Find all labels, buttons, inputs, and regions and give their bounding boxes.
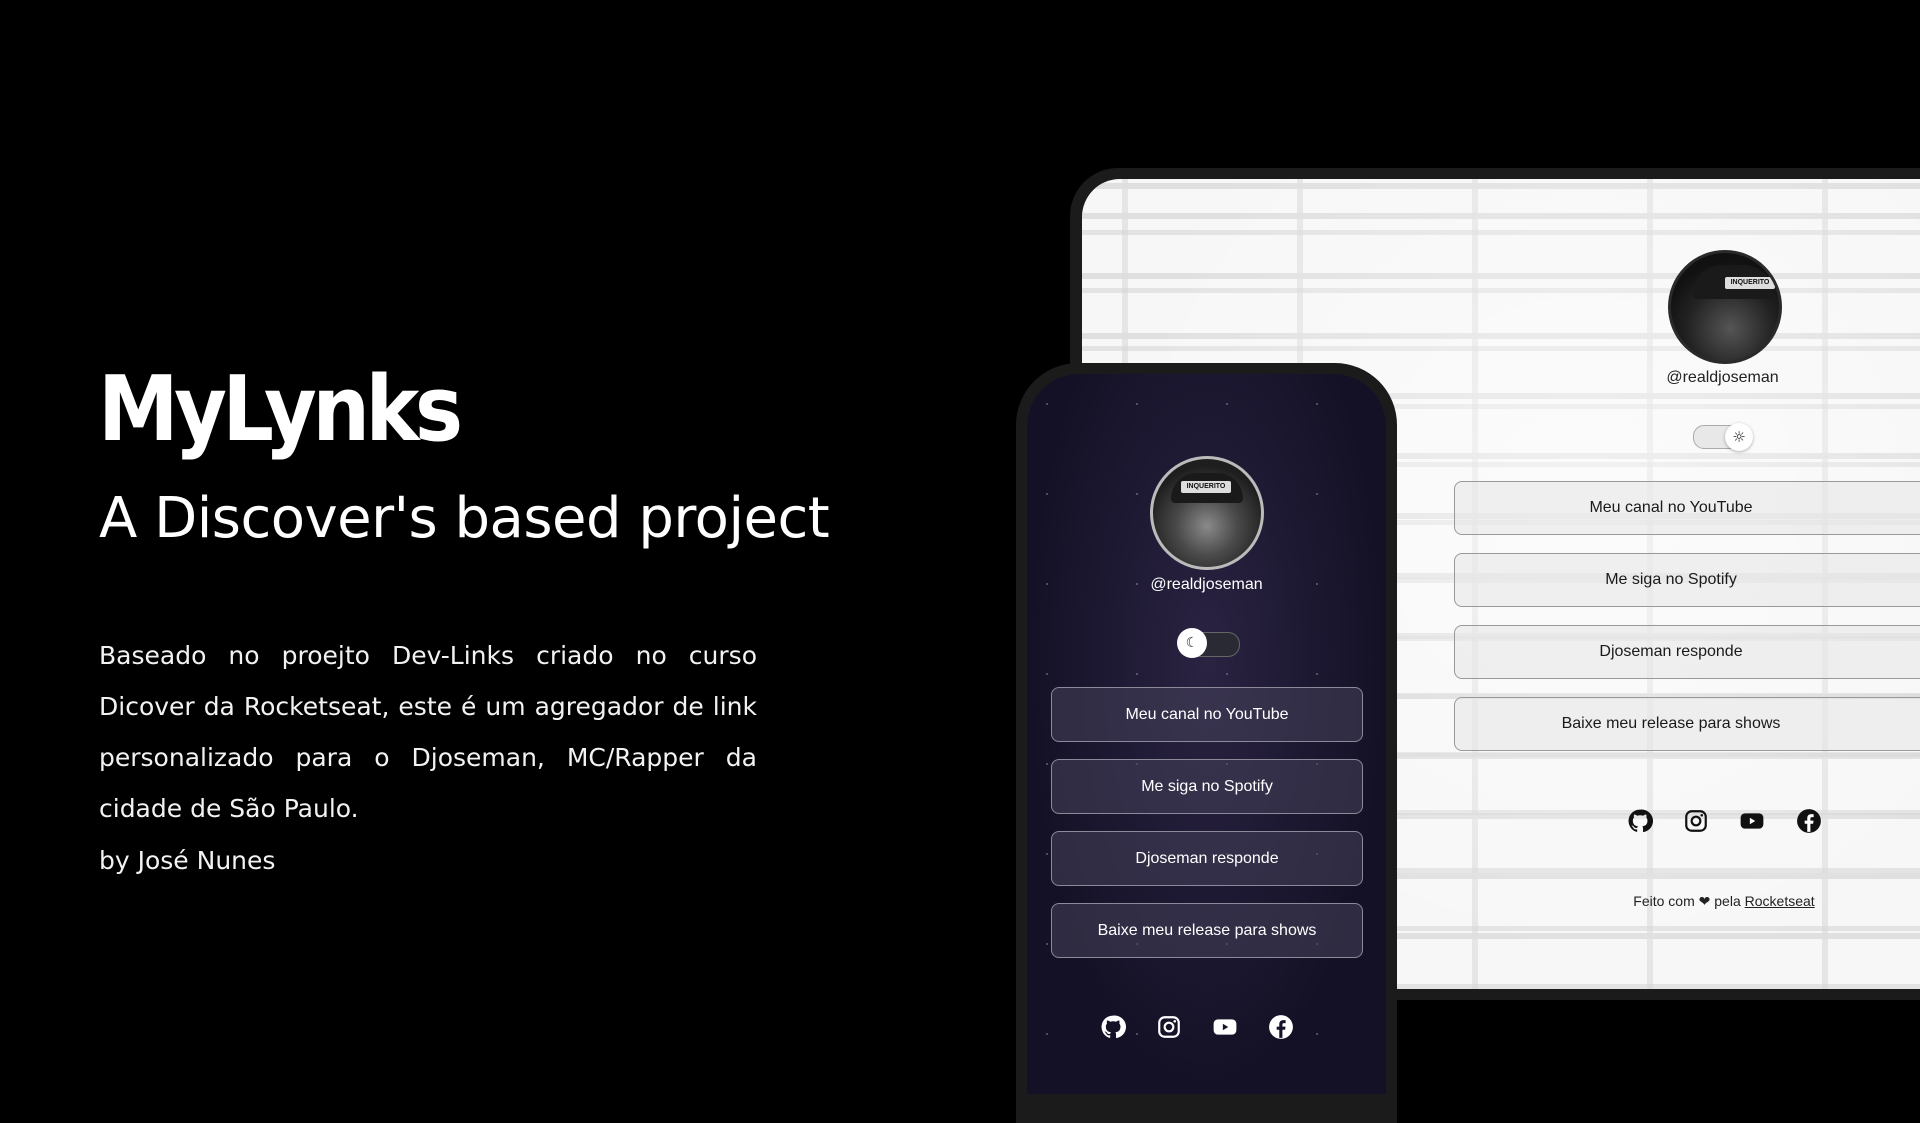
project-subtitle: A Discover's based project [99, 486, 830, 551]
mobile-link-release[interactable]: Baixe meu release para shows [1051, 903, 1363, 958]
desktop-link-responde[interactable]: Djoseman responde [1454, 625, 1920, 679]
mobile-link-spotify[interactable]: Me siga no Spotify [1051, 759, 1363, 814]
mobile-username: @realdjoseman [1150, 576, 1263, 593]
mobile-link-responde[interactable]: Djoseman responde [1051, 831, 1363, 886]
cap-badge: INQUERITO [1181, 481, 1231, 493]
desktop-avatar: INQUERITO [1668, 250, 1782, 364]
project-description: Baseado no proejto Dev-Links criado no c… [99, 641, 757, 823]
github-icon[interactable] [1627, 808, 1653, 834]
mobile-link-youtube[interactable]: Meu canal no YouTube [1051, 687, 1363, 742]
cap-badge: INQUERITO [1725, 277, 1775, 289]
project-title: MyLynks [98, 357, 463, 462]
sun-icon[interactable]: ☼ [1725, 423, 1753, 451]
facebook-icon[interactable] [1268, 1014, 1294, 1040]
github-icon[interactable] [1100, 1014, 1126, 1040]
author-credit: by José Nunes [99, 846, 276, 875]
instagram-icon[interactable] [1683, 808, 1709, 834]
desktop-footer: Feito com ❤ pela Rocketseat [1600, 893, 1848, 910]
facebook-icon[interactable] [1796, 808, 1822, 834]
desktop-username: @realdjoseman [1666, 369, 1779, 386]
youtube-icon[interactable] [1212, 1014, 1238, 1040]
desktop-link-spotify[interactable]: Me siga no Spotify [1454, 553, 1920, 607]
footer-text: Feito com ❤ pela [1633, 893, 1741, 909]
desktop-link-release[interactable]: Baixe meu release para shows [1454, 697, 1920, 751]
mobile-avatar: INQUERITO [1150, 456, 1264, 570]
youtube-icon[interactable] [1739, 808, 1765, 834]
rocketseat-link[interactable]: Rocketseat [1745, 893, 1815, 909]
desktop-link-youtube[interactable]: Meu canal no YouTube [1454, 481, 1920, 535]
moon-icon[interactable]: ☾ [1177, 628, 1207, 658]
instagram-icon[interactable] [1156, 1014, 1182, 1040]
